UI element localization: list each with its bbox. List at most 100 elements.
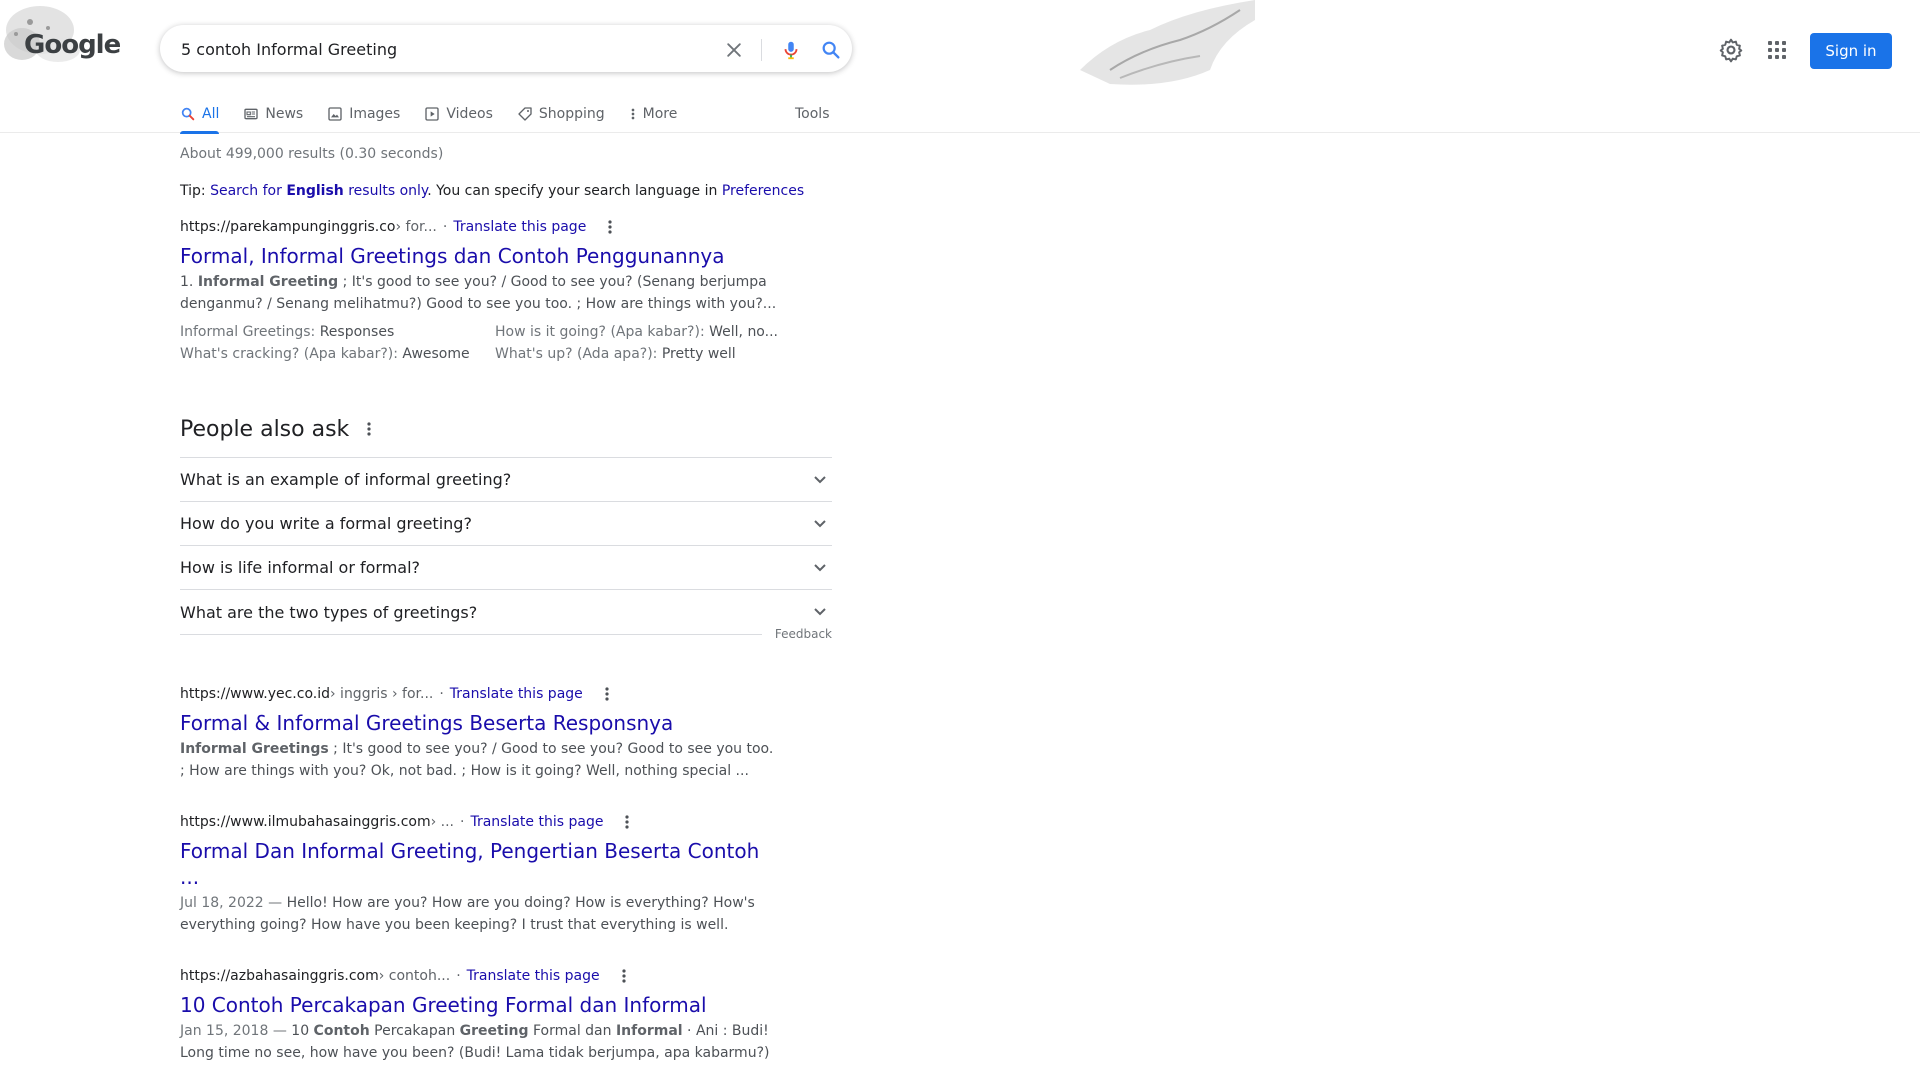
image-icon [328, 107, 342, 121]
divider [180, 634, 762, 635]
search-input[interactable] [181, 26, 681, 73]
english-only-link[interactable]: Search for English results only [210, 183, 427, 199]
sitelink-key: Informal Greetings: [180, 324, 316, 340]
paa-question[interactable]: What are the two types of greetings? [180, 590, 832, 634]
people-also-ask: People also ask What is an example of in… [180, 411, 832, 670]
sitelink-key: How is it going? (Apa kabar?): [495, 324, 705, 340]
more-vert-icon[interactable] [618, 967, 630, 985]
result-title[interactable]: Formal & Informal Greetings Beserta Resp… [180, 710, 780, 736]
result-title[interactable]: Formal Dan Informal Greeting, Pengertian… [180, 838, 780, 890]
tab-news[interactable]: News [243, 96, 303, 132]
more-vert-icon[interactable] [601, 685, 613, 703]
tab-all[interactable]: All [180, 96, 220, 134]
tab-images[interactable]: Images [327, 96, 400, 132]
paa-question-text: What are the two types of greetings? [180, 602, 478, 622]
translate-link[interactable]: Translate this page [450, 686, 583, 702]
more-vert-icon[interactable] [604, 218, 616, 236]
paa-footer: Feedback [180, 627, 832, 670]
translate-link[interactable]: Translate this page [453, 219, 586, 235]
logo-text: Google [24, 30, 121, 60]
tab-label: Videos [446, 106, 493, 122]
paa-question-text: What is an example of informal greeting? [180, 470, 512, 489]
snippet-bold: Informal Greeting [197, 274, 339, 290]
tip-prefix: Tip: [180, 183, 211, 199]
result-cite: https://parekampunginggris.co › for... ·… [180, 217, 780, 237]
paa-question[interactable]: How do you write a formal greeting? [180, 502, 832, 546]
snippet-bold: Greeting [459, 1023, 529, 1039]
separator-dot: · [442, 219, 448, 235]
result-path: › for... [395, 219, 437, 235]
search-icon[interactable] [818, 37, 844, 63]
sitelink-value: Pretty well [657, 346, 736, 362]
result-title-line: ... [180, 865, 200, 889]
search-tabs: All News Images Videos Shopping More [180, 96, 701, 134]
result-domain[interactable]: https://www.yec.co.id [180, 686, 330, 702]
result-cite: https://www.ilmubahasainggris.com › ... … [180, 812, 780, 832]
result-title[interactable]: Formal, Informal Greetings dan Contoh Pe… [180, 243, 780, 269]
result-snippet: Jul 18, 2022 — Hello! How are you? How a… [180, 892, 780, 936]
result-path: › inggris › for... [330, 686, 434, 702]
search-result: https://parekampunginggris.co › for... ·… [180, 217, 780, 365]
tip-link-pre: Search for [210, 183, 287, 199]
result-domain[interactable]: https://azbahasainggris.com [180, 968, 379, 984]
apps-grid-icon[interactable] [1765, 38, 1789, 62]
search-result: https://azbahasainggris.com › contoh... … [180, 966, 780, 1064]
paa-question-text: How is life informal or formal? [180, 558, 421, 577]
paa-question[interactable]: What is an example of informal greeting? [180, 458, 832, 502]
tab-label: Images [349, 106, 401, 122]
translate-link[interactable]: Translate this page [467, 968, 600, 984]
translate-link[interactable]: Translate this page [470, 814, 603, 830]
paa-question-text: How do you write a formal greeting? [180, 514, 472, 533]
result-path: › ... [430, 814, 455, 830]
chevron-down-icon [808, 468, 832, 492]
search-box[interactable] [160, 25, 852, 73]
sitelink[interactable]: What's up? (Ada apa?): Pretty well [495, 343, 795, 365]
tab-shopping[interactable]: Shopping [517, 96, 605, 132]
preferences-link[interactable]: Preferences [722, 183, 804, 199]
result-snippet: Informal Greetings ; It's good to see yo… [180, 738, 780, 782]
language-tip: Tip: Search for English results only. Yo… [180, 183, 804, 199]
newspaper-icon [244, 108, 259, 120]
result-stats: About 499,000 results (0.30 seconds) [180, 146, 444, 162]
more-vert-icon[interactable] [363, 420, 375, 438]
snippet-text: Percakapan [369, 1023, 460, 1039]
sitelink[interactable]: Informal Greetings: Responses [180, 321, 495, 343]
tab-videos[interactable]: Videos [424, 96, 493, 132]
mic-icon[interactable] [778, 37, 804, 63]
close-icon[interactable] [721, 37, 747, 63]
google-doodle-logo[interactable]: Google [0, 0, 121, 80]
separator-dot: · [460, 814, 465, 830]
more-vert-icon[interactable] [621, 813, 633, 831]
gear-icon[interactable] [1718, 37, 1744, 63]
snippet-text: 1. [180, 274, 198, 290]
feedback-link[interactable]: Feedback [775, 627, 832, 641]
result-date: Jan 15, 2018 — [180, 1023, 292, 1039]
snippet-text: 10 [291, 1023, 314, 1039]
result-date: Jul 18, 2022 — [180, 895, 287, 911]
sitelink-value: Awesome [397, 346, 470, 362]
doodle-background-art [1070, 0, 1260, 90]
tab-more[interactable]: More [629, 96, 677, 132]
sign-in-button[interactable]: Sign in [1810, 33, 1892, 69]
result-title-line: Formal Dan Informal Greeting, Pengertian… [180, 839, 760, 863]
tools-button[interactable]: Tools [795, 96, 830, 132]
tab-label: All [202, 106, 220, 122]
result-title[interactable]: 10 Contoh Percakapan Greeting Formal dan… [180, 992, 780, 1018]
tab-label: Shopping [538, 106, 605, 122]
separator-dot: · [456, 968, 461, 984]
sitelink-key: What's cracking? (Apa kabar?): [180, 346, 398, 362]
more-vert-icon [631, 108, 634, 120]
result-domain[interactable]: https://www.ilmubahasainggris.com [180, 814, 431, 830]
paa-question[interactable]: How is life informal or formal? [180, 546, 832, 590]
chevron-down-icon [808, 600, 832, 624]
sitelink[interactable]: How is it going? (Apa kabar?): Well, no.… [495, 321, 795, 343]
result-cite: https://www.yec.co.id › inggris › for...… [180, 684, 780, 704]
result-domain[interactable]: https://parekampunginggris.co [180, 219, 396, 235]
search-icon [181, 107, 195, 121]
tip-link-post: results only [343, 183, 428, 199]
search-result: https://www.yec.co.id › inggris › for...… [180, 684, 780, 782]
play-icon [425, 107, 440, 121]
paa-heading: People also ask [180, 411, 832, 447]
sitelink[interactable]: What's cracking? (Apa kabar?): Awesome [180, 343, 495, 365]
result-snippet: 1. Informal Greeting ; It's good to see … [180, 271, 780, 315]
